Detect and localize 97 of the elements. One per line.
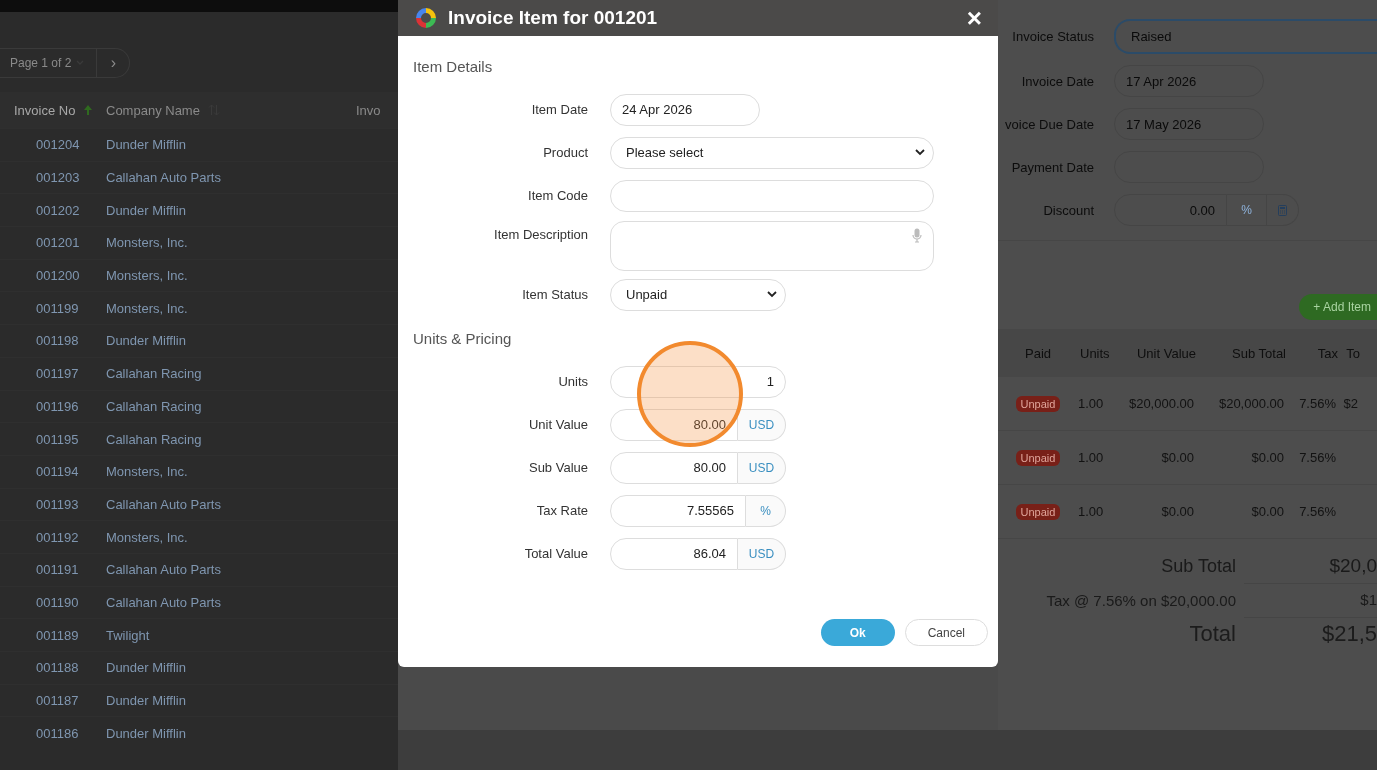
microphone-icon[interactable] bbox=[912, 228, 922, 243]
field-label: Tax Rate bbox=[535, 503, 588, 518]
company-name: Dunder Mifflin bbox=[106, 725, 187, 741]
table-cell-text: $20,000.00 bbox=[1217, 396, 1284, 411]
unit-label: USD bbox=[738, 451, 786, 484]
invoice-number: 001187 bbox=[35, 693, 80, 709]
table-cell-text: $0.00 bbox=[1160, 450, 1194, 465]
chevron-down-icon bbox=[767, 291, 777, 298]
table-cell-text: 7.56% bbox=[1298, 450, 1336, 465]
field-label: Discount bbox=[1042, 202, 1094, 218]
add-item-button[interactable]: + Add Item bbox=[1299, 294, 1377, 320]
invoice-number: 001202 bbox=[35, 202, 81, 218]
invoice-number: 001188 bbox=[35, 660, 80, 676]
invoice-number: 001197 bbox=[35, 366, 80, 382]
invoice-number: 001199 bbox=[35, 300, 80, 316]
unit-label: USD bbox=[738, 408, 786, 441]
table-cell-text: $20,000.00 bbox=[1127, 396, 1194, 411]
chevron-down-icon bbox=[915, 149, 925, 156]
column-header: Unit Value bbox=[1136, 345, 1196, 361]
invoice-number: 001201 bbox=[35, 235, 81, 251]
invoice-number: 001192 bbox=[35, 529, 80, 545]
company-name: Callahan Auto Parts bbox=[106, 594, 222, 610]
field-label: Item Code bbox=[527, 188, 588, 203]
field-label: Invoice Date bbox=[1020, 73, 1094, 89]
column-header: Paid bbox=[1024, 345, 1052, 361]
invoice-number: 001193 bbox=[35, 496, 80, 512]
company-name: Callahan Auto Parts bbox=[106, 170, 222, 186]
company-name: Monsters, Inc. bbox=[106, 268, 189, 284]
invoice-number: 001200 bbox=[35, 268, 81, 284]
company-name: Monsters, Inc. bbox=[106, 529, 189, 545]
column-header[interactable]: Invoice No bbox=[14, 102, 76, 118]
table-cell-text: $2 bbox=[1342, 396, 1358, 411]
table-cell-text: 1.00 bbox=[1078, 450, 1105, 465]
field-label: Units bbox=[557, 374, 588, 389]
table-cell-text: $0.00 bbox=[1160, 504, 1194, 519]
calculator-icon bbox=[1278, 204, 1287, 216]
status-badge: Unpaid bbox=[1015, 450, 1061, 466]
field-label: Item Description bbox=[493, 226, 588, 242]
section-heading: Item Details bbox=[413, 58, 494, 77]
logo-icon bbox=[414, 6, 438, 30]
invoice-number: 001194 bbox=[35, 464, 80, 480]
field-label: Invoice Status bbox=[1011, 29, 1094, 44]
company-name: Twilight bbox=[106, 627, 151, 643]
unit-label: USD bbox=[738, 537, 786, 570]
company-name: Dunder Mifflin bbox=[106, 333, 187, 349]
company-name: Dunder Mifflin bbox=[106, 660, 187, 676]
company-name: Callahan Auto Parts bbox=[106, 496, 222, 512]
invoice-number: 001195 bbox=[35, 431, 80, 447]
field-label: Item Status bbox=[521, 287, 588, 302]
unit-label[interactable]: % bbox=[1227, 194, 1267, 226]
field-label: Sub Value bbox=[527, 460, 588, 475]
table-cell-text: 1.00 bbox=[1078, 504, 1105, 519]
column-header[interactable]: Company Name bbox=[106, 102, 200, 118]
invoice-number: 001189 bbox=[35, 627, 80, 643]
status-badge: Unpaid bbox=[1015, 504, 1061, 520]
section-heading: Units & Pricing bbox=[413, 330, 513, 349]
page-select[interactable]: Page 1 of 2 bbox=[0, 48, 98, 78]
table-cell-text: $0.00 bbox=[1250, 450, 1284, 465]
company-name: Callahan Auto Parts bbox=[106, 562, 222, 578]
invoice-number: 001190 bbox=[35, 594, 80, 610]
company-name: Dunder Mifflin bbox=[106, 202, 187, 218]
field-label: Product bbox=[542, 145, 588, 160]
close-button[interactable]: × bbox=[966, 5, 982, 31]
field-label: Unit Value bbox=[528, 417, 588, 432]
sort-up-icon[interactable] bbox=[83, 104, 94, 116]
company-name: Callahan Racing bbox=[106, 366, 203, 382]
cancel-button[interactable]: Cancel bbox=[904, 619, 988, 646]
invoice-number: 001198 bbox=[35, 333, 80, 349]
field-label: Total Value bbox=[523, 546, 588, 561]
unit-label: % bbox=[746, 494, 786, 527]
field-label: Item Date bbox=[530, 102, 588, 117]
table-cell-text: 7.56% bbox=[1298, 396, 1336, 411]
field-label: voice Due Date bbox=[1004, 116, 1094, 132]
description-field[interactable] bbox=[610, 221, 934, 271]
column-header: Sub Total bbox=[1231, 345, 1286, 361]
company-name: Callahan Racing bbox=[106, 398, 203, 414]
invoice-number: 001196 bbox=[35, 398, 80, 414]
status-badge: Unpaid bbox=[1015, 396, 1061, 412]
table-cell-text: $0.00 bbox=[1250, 504, 1284, 519]
table-cell-text: 7.56% bbox=[1298, 504, 1336, 519]
column-header: Tax bbox=[1316, 345, 1338, 361]
invoice-number: 001203 bbox=[35, 170, 81, 186]
company-name: Callahan Racing bbox=[106, 431, 203, 447]
company-name: Monsters, Inc. bbox=[106, 464, 189, 480]
dialog-title: Invoice Item for 001201 bbox=[448, 7, 659, 29]
company-name: Dunder Mifflin bbox=[106, 137, 187, 153]
field-label: Payment Date bbox=[1010, 159, 1094, 175]
table-cell-text: 1.00 bbox=[1078, 396, 1105, 411]
company-name: Monsters, Inc. bbox=[106, 235, 189, 251]
invoice-number: 001204 bbox=[35, 137, 81, 153]
company-name: Monsters, Inc. bbox=[106, 300, 189, 316]
column-header: To bbox=[1345, 345, 1360, 361]
column-header: Units bbox=[1079, 345, 1111, 361]
invoice-number: 001191 bbox=[35, 562, 80, 578]
company-name: Dunder Mifflin bbox=[106, 693, 187, 709]
invoice-number: 001186 bbox=[35, 725, 80, 741]
column-header[interactable]: Invo bbox=[356, 102, 381, 118]
